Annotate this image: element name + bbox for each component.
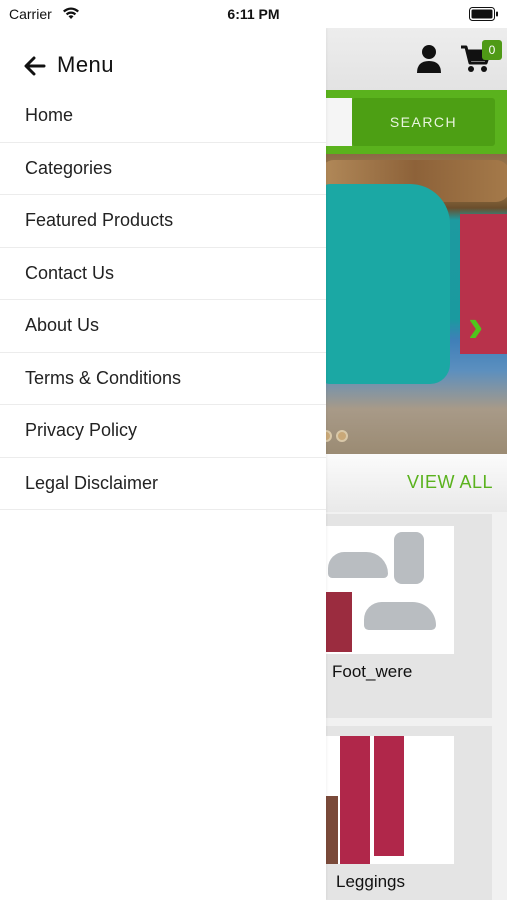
product-name: Leggings <box>336 872 406 891</box>
status-bar: Carrier 6:11 PM <box>0 0 507 28</box>
arrow-left-icon[interactable] <box>24 56 46 81</box>
view-all-link[interactable]: VIEW ALL <box>407 472 493 493</box>
chevron-right-icon[interactable]: › <box>468 302 483 348</box>
banner-image-detail <box>320 184 450 384</box>
menu-list: Home Categories Featured Products Contac… <box>0 90 326 510</box>
carousel-dot[interactable] <box>336 430 348 442</box>
menu-item-featured-products[interactable]: Featured Products <box>0 195 326 248</box>
status-time: 6:11 PM <box>227 6 280 22</box>
product-card[interactable]: Leggings <box>322 726 492 900</box>
menu-item-about-us[interactable]: About Us <box>0 300 326 353</box>
navigation-drawer: Menu Home Categories Featured Products C… <box>0 28 326 900</box>
product-card[interactable]: Foot_were <box>322 514 492 718</box>
product-image <box>324 736 454 864</box>
menu-item-privacy-policy[interactable]: Privacy Policy <box>0 405 326 458</box>
search-button[interactable]: SEARCH <box>352 98 495 146</box>
product-name: Foot_were <box>332 662 413 681</box>
drawer-title: Menu <box>57 52 115 77</box>
cart-count-badge: 0 <box>482 40 502 60</box>
menu-item-legal-disclaimer[interactable]: Legal Disclaimer <box>0 458 326 510</box>
battery-icon <box>469 7 499 26</box>
menu-item-categories[interactable]: Categories <box>0 143 326 195</box>
menu-item-terms-conditions[interactable]: Terms & Conditions <box>0 353 326 405</box>
menu-item-contact-us[interactable]: Contact Us <box>0 248 326 300</box>
user-icon[interactable] <box>415 44 443 79</box>
menu-item-home[interactable]: Home <box>0 90 326 143</box>
product-image <box>324 526 454 654</box>
